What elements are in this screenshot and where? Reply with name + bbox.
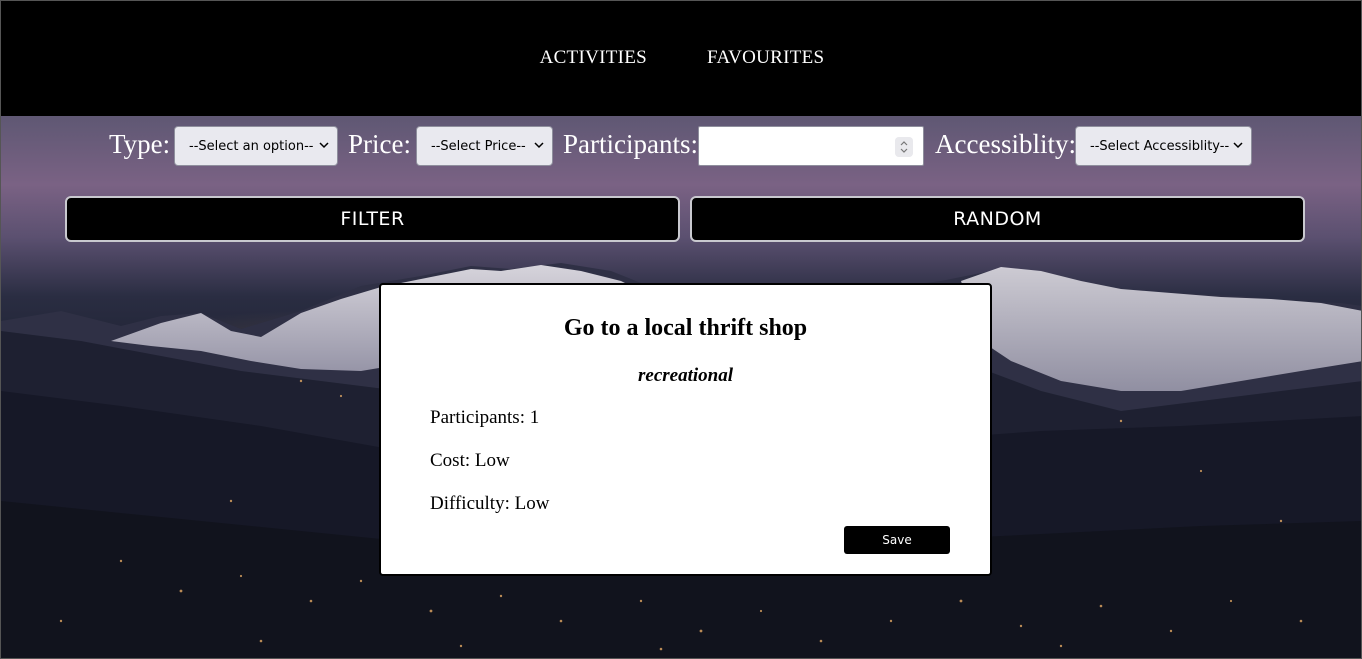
- activity-type: recreational: [638, 365, 733, 386]
- price-select-value: --Select Price--: [431, 138, 526, 154]
- page: ACTIVITIES FAVOURITES Type: --Select an …: [0, 0, 1362, 659]
- type-select[interactable]: --Select an option--: [174, 126, 338, 166]
- activity-participants: Participants: 1: [430, 407, 540, 428]
- filter-button[interactable]: FILTER: [65, 196, 680, 242]
- spinner-icon[interactable]: [895, 137, 913, 157]
- top-navbar: ACTIVITIES FAVOURITES: [1, 1, 1361, 116]
- participants-label: Participants:: [563, 129, 698, 159]
- accessibility-label: Accessiblity:: [935, 129, 1076, 159]
- random-button[interactable]: RANDOM: [690, 196, 1305, 242]
- chevron-down-icon: [1233, 142, 1243, 149]
- save-button[interactable]: Save: [844, 526, 950, 554]
- filter-bar: Type: --Select an option-- Price: --Sele…: [1, 125, 1361, 167]
- nav-favourites-link[interactable]: FAVOURITES: [707, 47, 824, 69]
- type-select-value: --Select an option--: [189, 138, 314, 154]
- type-label: Type:: [109, 129, 171, 159]
- nav-activities-link[interactable]: ACTIVITIES: [540, 47, 647, 69]
- activity-difficulty: Difficulty: Low: [430, 493, 550, 514]
- accessibility-select[interactable]: --Select Accessiblity--: [1075, 126, 1252, 166]
- price-label: Price:: [348, 129, 411, 159]
- price-select[interactable]: --Select Price--: [416, 126, 553, 166]
- accessibility-select-value: --Select Accessiblity--: [1090, 138, 1230, 154]
- activity-card: Go to a local thrift shop recreational P…: [379, 283, 992, 576]
- activity-cost: Cost: Low: [430, 450, 510, 471]
- activity-title: Go to a local thrift shop: [563, 315, 808, 341]
- chevron-down-icon: [319, 142, 329, 149]
- participants-input[interactable]: [698, 126, 924, 166]
- chevron-down-icon: [534, 142, 544, 149]
